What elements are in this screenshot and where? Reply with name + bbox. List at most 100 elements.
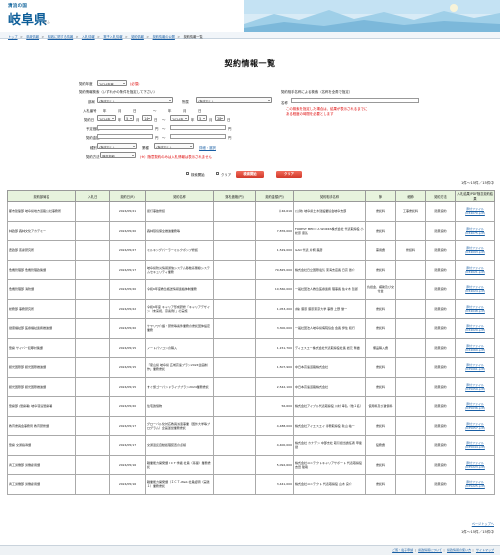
footer-link[interactable]: 県政情報について <box>418 548 442 552</box>
pdf-link[interactable]: 添付ファイル(K34093.pdf) <box>465 246 485 254</box>
pdf-link[interactable]: 添付ファイル(K34024.pdf) <box>465 285 485 293</box>
date-to-month-unit: 月 <box>209 118 213 122</box>
breadcrumb-separator: > <box>20 34 23 39</box>
table-row: 商工労働部 労働雇用課 2024/05/16 職業能力開発課（ＩＣＴ-Web 社員証… <box>7 474 495 495</box>
pdf-link[interactable]: 添付ファイル(K35225.pdf) <box>465 480 485 488</box>
cell-result-pdf[interactable]: 添付ファイル(K34048.pdf) <box>455 298 495 319</box>
cell-bid-date <box>75 259 110 280</box>
breadcrumb-link[interactable]: 契約情報の公開 <box>153 35 175 39</box>
cell-bid-price <box>213 435 256 456</box>
results-body: 都市建築部 岐阜県地方道路公社事務所 2024/05/21 街灯事故修繕 ￥46,61… <box>7 201 495 495</box>
pdf-link[interactable]: 添付ファイル(K35057.pdf) <box>465 422 485 430</box>
cell-result-pdf[interactable]: 添付ファイル(K35223.pdf) <box>455 454 495 475</box>
pdf-link[interactable]: 添付ファイル(K35061.pdf) <box>465 363 485 371</box>
price-to-input[interactable] <box>170 134 226 139</box>
pdf-link[interactable]: 添付ファイル(K35223.pdf) <box>465 461 485 469</box>
breadcrumb-link[interactable]: 入札情報 <box>82 35 95 39</box>
breadcrumb-link[interactable]: 県政情報 <box>26 35 39 39</box>
cell-bid-date <box>75 357 110 378</box>
cell-bid-date <box>75 201 110 222</box>
cell-contract-amount: 2,542,100 <box>255 376 294 397</box>
method-select[interactable]: 随意契約 <box>100 152 136 158</box>
bureau-select[interactable]: (指定なし) <box>196 97 272 103</box>
cell-bid-price <box>213 337 256 358</box>
cell-result-pdf[interactable]: 添付ファイル(K35044.pdf) <box>455 435 495 456</box>
cell-subsection <box>395 279 426 300</box>
cell-result-pdf[interactable]: 添付ファイル(K34093.pdf) <box>455 240 495 261</box>
pdf-link[interactable]: 添付ファイル(K34075.pdf) <box>465 227 485 235</box>
table-row: 農政部 畜産研究所 2024/05/27 ミルキングパーラーミルクポンプ修繕 1,52… <box>7 240 495 261</box>
date-from-month[interactable]: 5 <box>124 115 134 121</box>
search-button[interactable]: 検索開始 <box>236 171 264 178</box>
cell-result-pdf[interactable]: 添付ファイル(K34070.pdf) <box>455 201 495 222</box>
cell-section: 需用費 <box>365 240 396 261</box>
cell-department: 林政部 森林文化アカデミー <box>7 220 76 241</box>
cell-result-pdf[interactable]: 添付ファイル(K35057.pdf) <box>455 415 495 436</box>
cell-result-pdf[interactable]: 添付ファイル(K34075.pdf) <box>455 220 495 241</box>
pdf-link[interactable]: 添付ファイル(K34048.pdf) <box>465 305 485 313</box>
page-top-link[interactable]: ページトップへ <box>472 521 494 526</box>
pdf-link[interactable]: 添付ファイル(K35036.pdf) <box>465 402 485 410</box>
date-to-year[interactable]: 2024年 <box>170 115 189 121</box>
cell-method: 随意契約 <box>425 357 456 378</box>
date-from-day[interactable]: 14 <box>142 115 152 121</box>
cell-section: 委託料 <box>365 357 396 378</box>
table-row: 警察 交通指導課 2024/05/17 交通違反自動処理装置の点検 4,400,000… <box>7 435 495 456</box>
cell-contract-amount: 79,825,000 <box>255 259 294 280</box>
fiscal-year-select[interactable]: 2024年度 <box>97 80 127 86</box>
breadcrumb-link[interactable]: トップ <box>8 35 18 39</box>
cell-result-pdf[interactable]: 添付ファイル(K34069.pdf) <box>455 337 495 358</box>
breadcrumb-link[interactable]: 契約情報 <box>131 35 144 39</box>
date-from-year[interactable]: 2024年 <box>97 115 116 121</box>
cell-result-pdf[interactable]: 添付ファイル(K35059.pdf) <box>455 376 495 397</box>
footer-link[interactable]: ご覧・電子申請 <box>392 548 413 552</box>
dept-select[interactable]: (指定なし) <box>97 97 173 103</box>
cell-contract-name: 岐阜県防災情報通信システム移動系無線システムセキュリティ業務 <box>145 259 214 280</box>
to-month-label: 月 <box>183 109 187 113</box>
clear-button[interactable]: クリア <box>276 171 302 178</box>
cell-subsection <box>395 298 426 319</box>
date-to-day[interactable]: 28 <box>215 115 225 121</box>
cell-supplier: FOREST MED I A WORKS株式会社 代表取締役 小松原 康弘 <box>293 220 366 241</box>
breadcrumb-link[interactable]: 県政に関する情報 <box>48 35 74 39</box>
search-hint-checkbox[interactable] <box>186 172 190 176</box>
cell-subsection <box>395 337 426 358</box>
cell-method: 随意契約 <box>425 435 456 456</box>
clear-checkbox[interactable] <box>216 172 220 176</box>
cell-result-pdf[interactable]: 添付ファイル(K35061.pdf) <box>455 357 495 378</box>
cell-contract-name: 職業能力開発課 I C T 学識 社員（基礎）業務委託 <box>145 454 214 475</box>
site-logo[interactable]: 岐阜県 <box>8 9 47 28</box>
pdf-link[interactable]: 添付ファイル(K34021.pdf) <box>465 266 485 274</box>
cell-result-pdf[interactable]: 添付ファイル(K35225.pdf) <box>455 474 495 495</box>
supplier-name-input[interactable] <box>291 98 419 103</box>
cell-result-pdf[interactable]: 添付ファイル(K35036.pdf) <box>455 396 495 417</box>
breadcrumb-link[interactable]: 電子入札情報 <box>103 35 122 39</box>
price-from-input[interactable] <box>97 134 153 139</box>
amount-to-input[interactable] <box>170 125 226 130</box>
type-select[interactable]: (指定なし) <box>97 143 137 149</box>
table-row: 健康福祉部 医療福祉連携推進課 2024/05/20 ケヤリワ介護・研修等案件業務の… <box>7 318 495 339</box>
amount-from-input[interactable] <box>97 125 153 130</box>
business-detail-link[interactable]: 詳細・選択 <box>199 145 216 150</box>
business-select[interactable]: (指定なし) <box>154 143 194 149</box>
cell-contract-amount: 4,400,000 <box>255 435 294 456</box>
cell-result-pdf[interactable]: 添付ファイル(K34021.pdf) <box>455 259 495 280</box>
footer-link[interactable]: サイトマップ <box>476 548 494 552</box>
pdf-link[interactable]: 添付ファイル(K34069.pdf) <box>465 344 485 352</box>
footer-link[interactable]: 県政情報の使い方 <box>447 548 471 552</box>
from-year-label: 年 <box>103 109 107 113</box>
cell-contract-name: 交通違反自動処理装置の点検 <box>145 435 214 456</box>
pdf-link[interactable]: 添付ファイル(K34029.pdf) <box>465 324 485 332</box>
cell-contract-date: 2024/05/21 <box>109 201 146 222</box>
cell-bid-price <box>213 318 256 339</box>
cell-contract-name: ミルキングパーラーミルクポンプ修繕 <box>145 240 214 261</box>
pdf-link[interactable]: 添付ファイル(K35044.pdf) <box>465 441 485 449</box>
price-tilde: 〜 <box>162 136 166 140</box>
date-to-month[interactable]: 5 <box>197 115 207 121</box>
pdf-link[interactable]: 添付ファイル(K35059.pdf) <box>465 383 485 391</box>
method-label: 契約方法 <box>86 155 100 159</box>
pdf-link[interactable]: 添付ファイル(K34070.pdf) <box>465 207 485 215</box>
cell-result-pdf[interactable]: 添付ファイル(K34024.pdf) <box>455 279 495 300</box>
cell-result-pdf[interactable]: 添付ファイル(K34029.pdf) <box>455 318 495 339</box>
col-header: 契約相手名称 <box>293 190 366 202</box>
